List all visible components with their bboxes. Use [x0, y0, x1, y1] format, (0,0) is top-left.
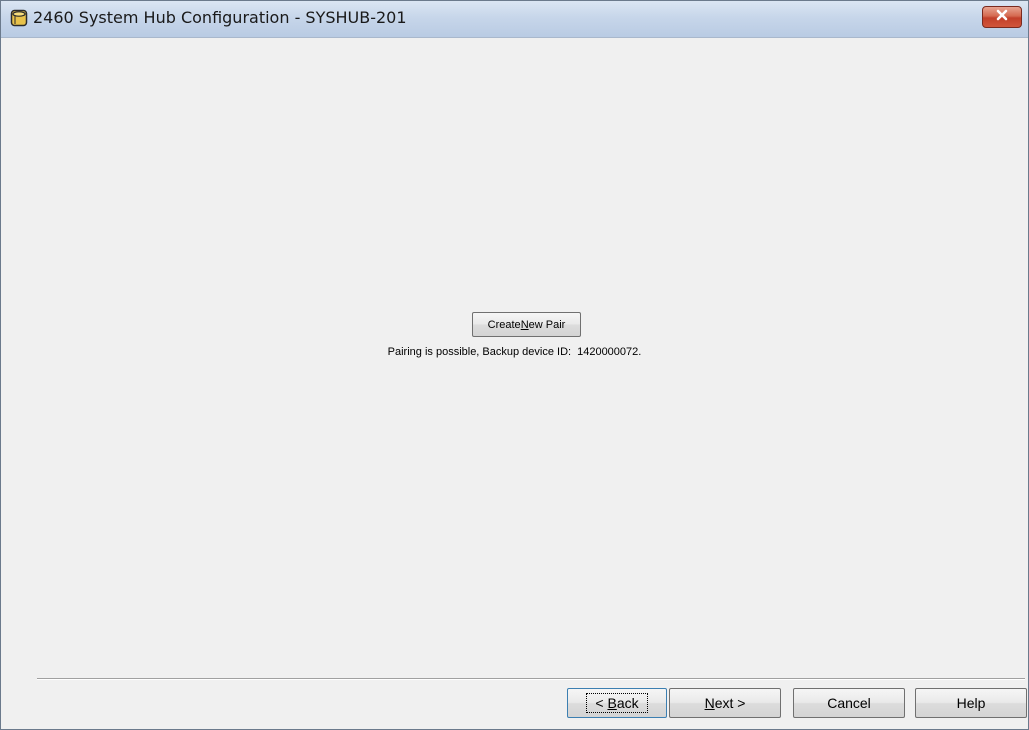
- database-icon: [10, 9, 28, 27]
- close-button[interactable]: [982, 6, 1022, 28]
- pairing-status: Pairing is possible, Backup device ID: 14…: [1, 346, 1028, 358]
- create-new-pair-button[interactable]: Create New Pair: [472, 312, 581, 337]
- back-mnemonic: B: [607, 695, 617, 711]
- footer-separator: [37, 678, 1025, 680]
- create-pair-label-suffix: ew Pair: [528, 318, 566, 331]
- back-button-label: < Back: [586, 693, 648, 713]
- cancel-button[interactable]: Cancel: [793, 688, 905, 718]
- create-pair-mnemonic: N: [520, 318, 529, 331]
- next-suffix: ext >: [714, 695, 746, 711]
- next-mnemonic: N: [704, 695, 715, 711]
- backup-device-id: 1420000072.: [577, 346, 642, 358]
- back-button[interactable]: < Back: [567, 688, 667, 718]
- dialog-window: 2460 System Hub Configuration - SYSHUB-2…: [0, 0, 1029, 730]
- window-title: 2460 System Hub Configuration - SYSHUB-2…: [33, 8, 407, 27]
- pairing-status-message: Pairing is possible, Backup device ID:: [387, 346, 572, 358]
- client-area: Create New Pair Pairing is possible, Bac…: [1, 38, 1028, 729]
- help-button[interactable]: Help: [915, 688, 1027, 718]
- title-bar[interactable]: 2460 System Hub Configuration - SYSHUB-2…: [1, 1, 1028, 38]
- next-button[interactable]: Next >: [669, 688, 781, 718]
- close-icon: [995, 8, 1009, 26]
- back-prefix: <: [595, 695, 608, 711]
- back-suffix: ack: [616, 695, 639, 711]
- create-pair-label-prefix: Create: [487, 318, 521, 331]
